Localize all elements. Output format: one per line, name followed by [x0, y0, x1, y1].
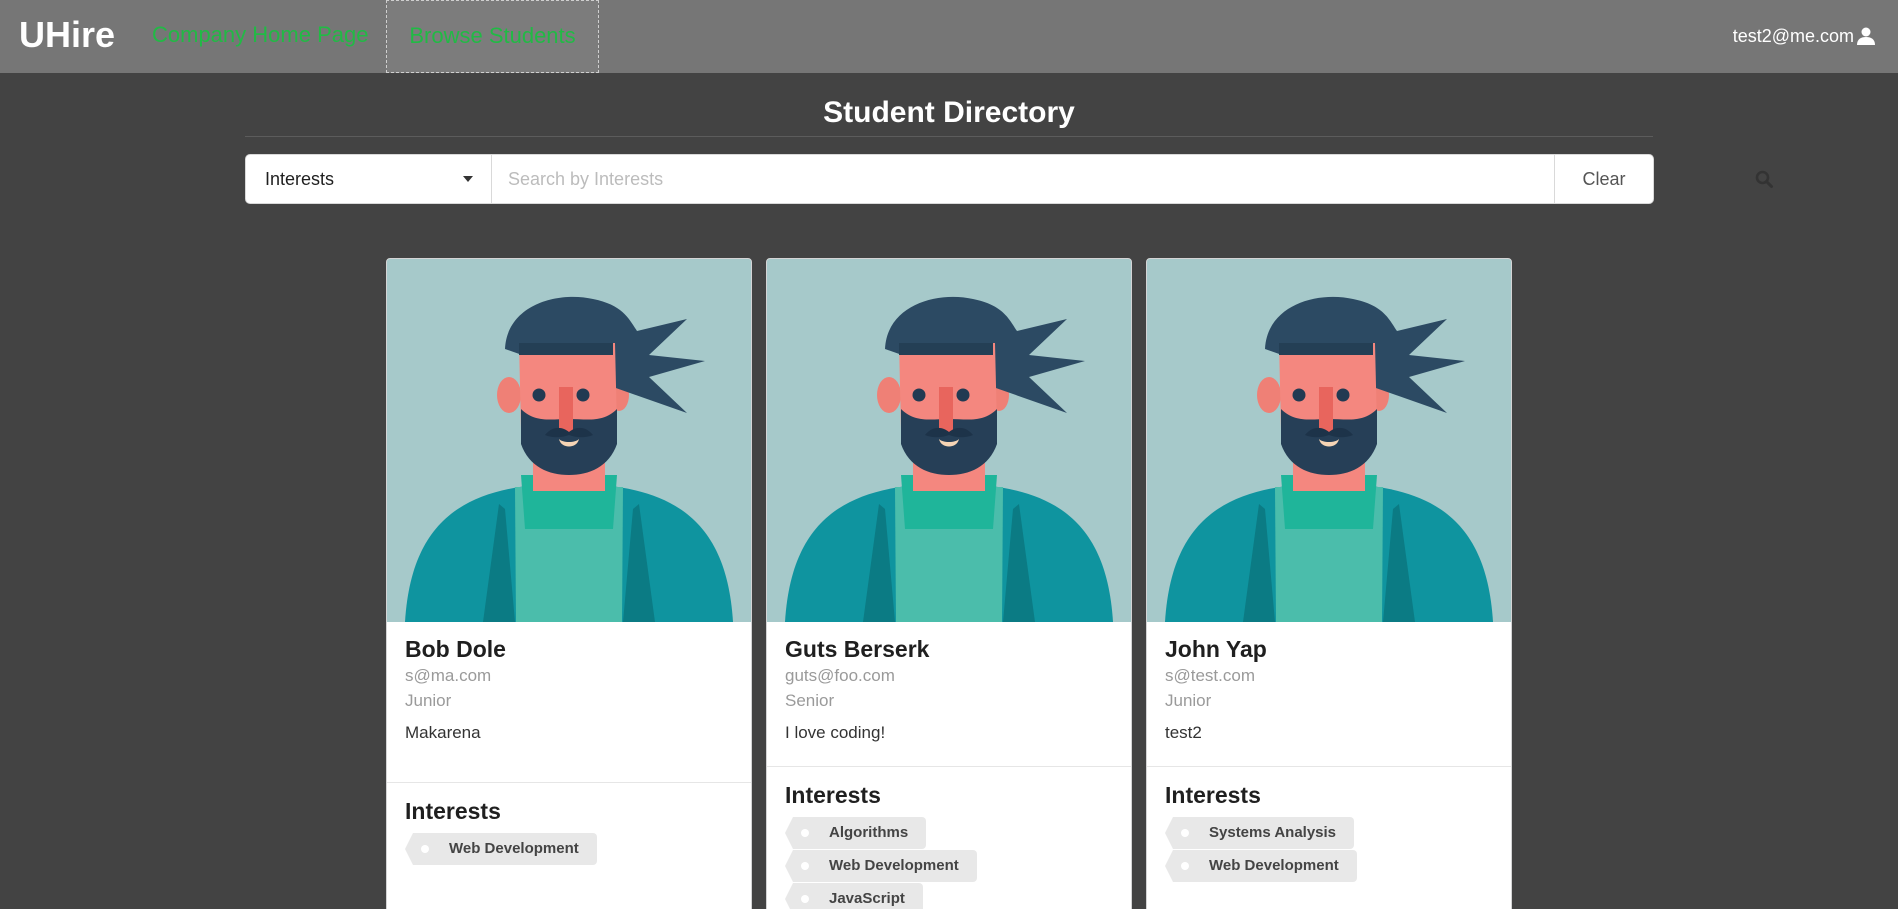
tag-hole-icon [1181, 862, 1189, 870]
search-icon[interactable] [1754, 169, 1774, 189]
student-interests-section: Interests Web Development [387, 782, 751, 880]
student-card-content: Bob Dole s@ma.com Junior Makarena [387, 622, 751, 782]
student-description: test2 [1165, 723, 1202, 742]
student-card[interactable]: John Yap s@test.com Junior test2 Interes… [1146, 258, 1512, 909]
dropdown-caret-icon [463, 176, 473, 182]
interest-tag[interactable]: Algorithms [784, 817, 927, 849]
student-email: s@ma.com [405, 666, 492, 685]
student-description: Makarena [405, 723, 481, 742]
student-card[interactable]: Bob Dole s@ma.com Junior Makarena Intere… [386, 258, 752, 909]
search-input[interactable] [508, 155, 1488, 203]
tag-hole-icon [801, 829, 809, 837]
interests-heading: Interests [405, 798, 501, 824]
search-filter-selected: Interests [265, 169, 335, 189]
tag-hole-icon [421, 845, 429, 853]
student-name[interactable]: Guts Berserk [785, 635, 1113, 663]
nav-browse-students-link[interactable]: Browse Students [386, 0, 599, 73]
student-year: Senior [785, 691, 835, 710]
interest-tag-list: Algorithms Web Development JavaScript [784, 817, 1113, 909]
student-year: Junior [405, 691, 452, 710]
interest-tag-label: Web Development [829, 857, 959, 874]
page-title: Student Directory [823, 96, 1075, 129]
brand-logo[interactable]: UHire [19, 14, 115, 56]
student-card[interactable]: Guts Berserk guts@foo.com Senior I love … [766, 258, 1132, 909]
student-interests-section: Interests Algorithms Web Development Jav… [767, 766, 1131, 909]
student-year: Junior [1165, 691, 1212, 710]
search-bar: Interests Clear [245, 154, 1773, 204]
interest-tag[interactable]: Web Development [405, 833, 597, 865]
student-card-content: Guts Berserk guts@foo.com Senior I love … [767, 622, 1131, 766]
student-name[interactable]: Bob Dole [405, 635, 733, 663]
student-email: guts@foo.com [785, 666, 895, 685]
nav-company-home-link[interactable]: Company Home Page [152, 0, 368, 73]
interest-tag[interactable]: JavaScript [785, 883, 923, 909]
interest-tag-label: JavaScript [829, 890, 905, 907]
interest-tag-list: Web Development [405, 833, 733, 866]
interest-tag-label: Web Development [449, 840, 579, 857]
search-filter-dropdown[interactable]: Interests [246, 155, 492, 203]
user-email: test2@me.com [1732, 26, 1854, 46]
top-navbar: UHire Company Home Page Browse Students … [0, 0, 1898, 73]
student-email: s@test.com [1165, 666, 1255, 685]
interest-tag-label: Algorithms [829, 824, 909, 841]
user-menu[interactable]: test2@me.com [1733, 24, 1876, 48]
clear-button[interactable]: Clear [1554, 155, 1653, 203]
tag-hole-icon [1181, 829, 1189, 837]
student-avatar-image [387, 259, 751, 622]
interest-tag[interactable]: Web Development [785, 850, 977, 882]
interest-tag[interactable]: Web Development [1165, 850, 1357, 882]
title-divider [245, 136, 1653, 137]
student-interests-section: Interests Systems Analysis Web Developme… [1147, 766, 1511, 897]
student-name[interactable]: John Yap [1165, 635, 1493, 663]
interest-tag-label: Web Development [1209, 857, 1339, 874]
interest-tag-list: Systems Analysis Web Development [1164, 817, 1493, 883]
interests-heading: Interests [785, 782, 881, 808]
student-card-content: John Yap s@test.com Junior test2 [1147, 622, 1511, 766]
interests-heading: Interests [1165, 782, 1261, 808]
interest-tag[interactable]: Systems Analysis [1164, 817, 1355, 849]
student-avatar-image [1147, 259, 1511, 622]
student-avatar-image [767, 259, 1131, 622]
tag-hole-icon [801, 895, 809, 903]
interest-tag-label: Systems Analysis [1209, 824, 1337, 841]
user-icon [1857, 27, 1875, 45]
student-description: I love coding! [785, 723, 886, 742]
tag-hole-icon [801, 862, 809, 870]
